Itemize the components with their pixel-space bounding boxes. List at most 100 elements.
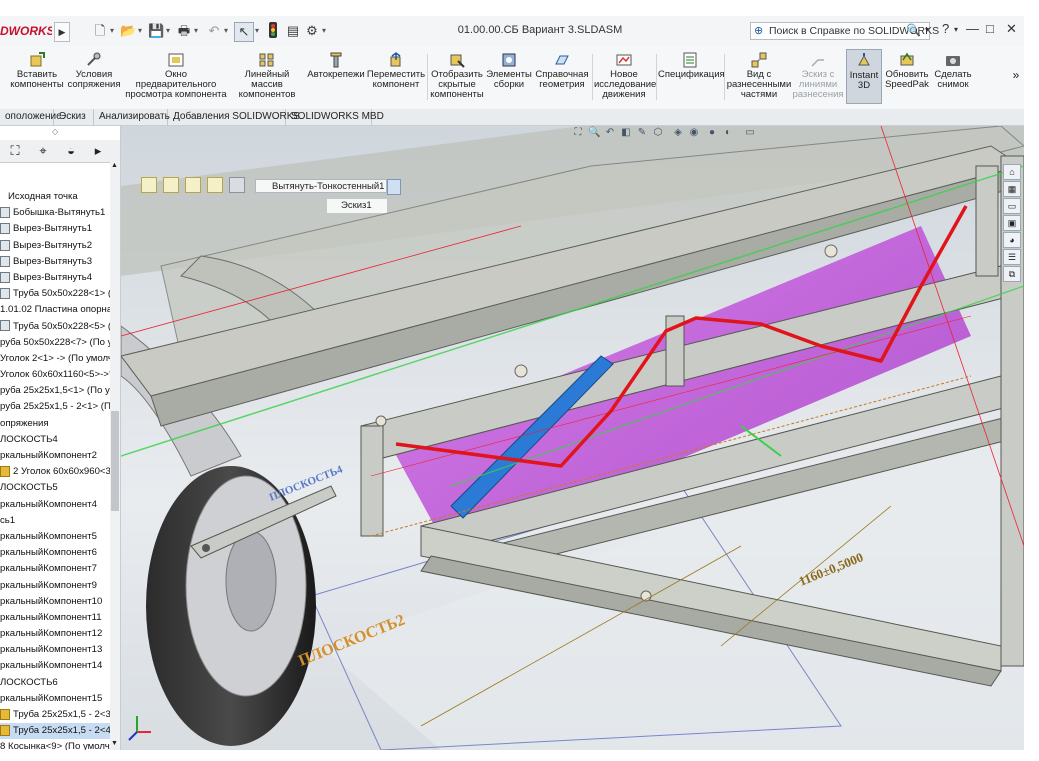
tree-scrollbar-thumb[interactable] xyxy=(111,411,119,511)
smart-fasteners-button[interactable]: Автокрепежи xyxy=(306,52,366,80)
take-snapshot-button[interactable]: Сделать снимок xyxy=(932,52,974,90)
previous-view-icon[interactable]: ↶ xyxy=(604,127,616,139)
tree-item[interactable]: ркальныйКомпонент7 xyxy=(0,561,110,577)
search-icon[interactable]: 🔍 xyxy=(906,23,921,37)
maximize-button[interactable]: □ xyxy=(986,21,994,36)
feature-manager-tab-icon[interactable]: ⛶ xyxy=(2,142,28,160)
tree-item[interactable]: 2 Уголок 60х60х960<3> (I xyxy=(0,464,110,480)
more-commands-icon[interactable]: » xyxy=(1010,69,1022,81)
tab-solidworks-addins[interactable]: Добавления SOLIDWORKS xyxy=(168,109,300,125)
tree-item[interactable]: Вырез-Вытянуть3 xyxy=(0,254,110,270)
hide-show-items-icon[interactable]: ◉ xyxy=(688,127,700,139)
save-icon[interactable]: 💾 xyxy=(148,22,164,40)
update-speedpak-button[interactable]: Обновить SpeedPak xyxy=(884,52,930,90)
tree-item[interactable]: ркальныйКомпонент6 xyxy=(0,545,110,561)
file-explorer-icon[interactable]: ▭ xyxy=(1003,198,1021,214)
bill-of-materials-button[interactable]: Спецификация xyxy=(658,52,725,80)
help-search-input[interactable]: ⊕ Поиск в Справке по SOLIDWORKS 🔍 ▾ xyxy=(750,22,939,40)
tab-solidworks-mbd[interactable]: SOLIDWORKS MBD xyxy=(286,109,384,125)
edit-appearance-icon[interactable]: ● xyxy=(706,127,718,139)
tree-item[interactable]: руба 25х25х1,5<1> (По умо xyxy=(0,383,110,399)
tree-item[interactable]: опряжения xyxy=(0,416,110,432)
minimize-button[interactable]: — xyxy=(966,21,979,36)
tree-item[interactable]: 8 Косынка<9> (По умолча xyxy=(0,739,110,750)
scroll-up-icon[interactable]: ▲ xyxy=(111,162,118,169)
view-palette-icon[interactable]: ▣ xyxy=(1003,215,1021,231)
help-dropdown-icon[interactable]: ▾ xyxy=(954,25,958,34)
panel-collapse-icon[interactable]: ◇ xyxy=(52,127,58,136)
mate-button[interactable]: Условия сопряжения xyxy=(66,52,122,90)
tree-item[interactable]: Труба 50х50х228<5> (По ум xyxy=(0,319,110,335)
tab-evaluate[interactable]: Анализировать xyxy=(94,109,170,125)
tree-item[interactable]: ркальныйКомпонент14 xyxy=(0,658,110,674)
breadcrumb-body-icon[interactable] xyxy=(229,177,245,193)
tree-item[interactable]: Труба 50х50х228<1> (По у xyxy=(0,286,110,302)
tree-item[interactable]: Уголок 2<1> -> (По умолч xyxy=(0,351,110,367)
options-dropdown-icon[interactable]: ▾ xyxy=(320,22,328,40)
configuration-manager-tab-icon[interactable]: ◒ xyxy=(58,142,84,160)
zoom-area-icon[interactable]: 🔍 xyxy=(588,127,600,139)
new-motion-study-button[interactable]: Новое исследование движения xyxy=(594,52,656,100)
help-icon[interactable]: ? xyxy=(942,21,949,36)
tree-item[interactable]: сь1 xyxy=(0,513,110,529)
move-component-button[interactable]: Переместить компонент xyxy=(366,52,426,90)
tree-item[interactable]: Бобышка-Вытянуть1 xyxy=(0,205,110,221)
tree-item[interactable]: ЛОСКОСТЬ5 xyxy=(0,480,110,496)
property-manager-tab-icon[interactable]: ⌖ xyxy=(30,142,56,160)
options-gear-icon[interactable]: ⚙ xyxy=(304,22,320,40)
panel-tabs-more-icon[interactable]: ▸ xyxy=(88,142,108,160)
tree-item[interactable]: ЛОСКОСТЬ6 xyxy=(0,675,110,691)
display-style-icon[interactable]: ◈ xyxy=(672,127,684,139)
tree-item[interactable]: ркальныйКомпонент11 xyxy=(0,610,110,626)
zoom-to-fit-icon[interactable]: ⛶ xyxy=(572,127,584,139)
appearances-icon[interactable]: ◕ xyxy=(1003,232,1021,248)
print-dropdown-icon[interactable]: ▾ xyxy=(192,22,200,40)
tree-item[interactable]: ркальныйКомпонент5 xyxy=(0,529,110,545)
undo-dropdown-icon[interactable]: ▾ xyxy=(222,22,230,40)
insert-components-button[interactable]: Вставить компоненты xyxy=(10,52,64,90)
apply-scene-icon[interactable]: ◐ xyxy=(722,127,734,139)
component-preview-window-button[interactable]: Окно предварительного просмотра компонен… xyxy=(124,52,228,100)
open-file-icon[interactable]: 📂 xyxy=(120,22,136,40)
assembly-features-button[interactable]: Элементы сборки xyxy=(486,52,532,90)
graphics-viewport[interactable]: ПЛОСКОСТЬ2 ПЛОСКОСТЬ4 1160±0,5000 ⛶ 🔍 ↶ … xyxy=(121,126,1024,750)
breadcrumb-feature-icon[interactable] xyxy=(387,179,401,195)
tree-item[interactable]: Вырез-Вытянуть2 xyxy=(0,238,110,254)
tree-item[interactable]: руба 50х50х228<7> (По умо xyxy=(0,335,110,351)
tree-item[interactable]: ркальныйКомпонент12 xyxy=(0,626,110,642)
tab-layout[interactable]: оположение xyxy=(0,109,62,125)
dynamic-annotation-icon[interactable]: ✎ xyxy=(636,127,648,139)
tree-item[interactable]: Вырез-Вытянуть1 xyxy=(0,221,110,237)
tree-item[interactable]: Уголок 60х60х1160<5>->? (I xyxy=(0,367,110,383)
breadcrumb-sketch[interactable]: Эскиз1 xyxy=(327,199,387,213)
breadcrumb-feature[interactable]: Вытянуть-Тонкостенный1 xyxy=(255,179,387,193)
tree-item[interactable]: Вырез-Вытянуть4 xyxy=(0,270,110,286)
tree-item[interactable]: руба 25х25х1,5 - 2<1> (По у xyxy=(0,399,110,415)
instant3d-button[interactable]: Instant 3D xyxy=(846,49,882,104)
tree-item[interactable]: Исходная точка xyxy=(0,189,110,205)
tree-item[interactable]: ркальныйКомпонент10 xyxy=(0,594,110,610)
new-dropdown-icon[interactable]: ▾ xyxy=(108,22,116,40)
select-cursor-icon[interactable]: ↖ xyxy=(234,22,254,42)
close-button[interactable]: ✕ xyxy=(1006,21,1017,37)
menu-expand-button[interactable]: ▶ xyxy=(54,22,70,42)
save-dropdown-icon[interactable]: ▾ xyxy=(164,22,172,40)
tree-item[interactable]: 1.01.02 Пластина опорная 2 xyxy=(0,302,110,318)
breadcrumb-subassembly-icon[interactable] xyxy=(163,177,179,193)
undo-icon[interactable]: ↶ xyxy=(206,22,222,40)
new-document-icon[interactable]: 🗋 xyxy=(92,22,108,40)
rebuild-traffic-light-icon[interactable] xyxy=(266,22,280,40)
tree-item[interactable]: ЛОСКОСТЬ4 xyxy=(0,432,110,448)
open-dropdown-icon[interactable]: ▾ xyxy=(136,22,144,40)
tree-item[interactable]: ркальныйКомпонент2 xyxy=(0,448,110,464)
view-settings-icon[interactable]: ▭ xyxy=(744,127,756,139)
tree-item[interactable]: ркальныйКомпонент13 xyxy=(0,642,110,658)
select-dropdown-icon[interactable]: ▾ xyxy=(253,22,261,40)
view-orientation-icon[interactable]: ⬡ xyxy=(652,127,664,139)
breadcrumb-part2-icon[interactable] xyxy=(207,177,223,193)
search-dropdown-icon[interactable]: ▾ xyxy=(925,25,929,34)
print-icon[interactable]: 🖶 xyxy=(176,22,192,40)
custom-properties-icon[interactable]: ☰ xyxy=(1003,249,1021,265)
tree-item[interactable]: ркальныйКомпонент15 xyxy=(0,691,110,707)
tree-item[interactable]: ркальныйКомпонент4 xyxy=(0,497,110,513)
